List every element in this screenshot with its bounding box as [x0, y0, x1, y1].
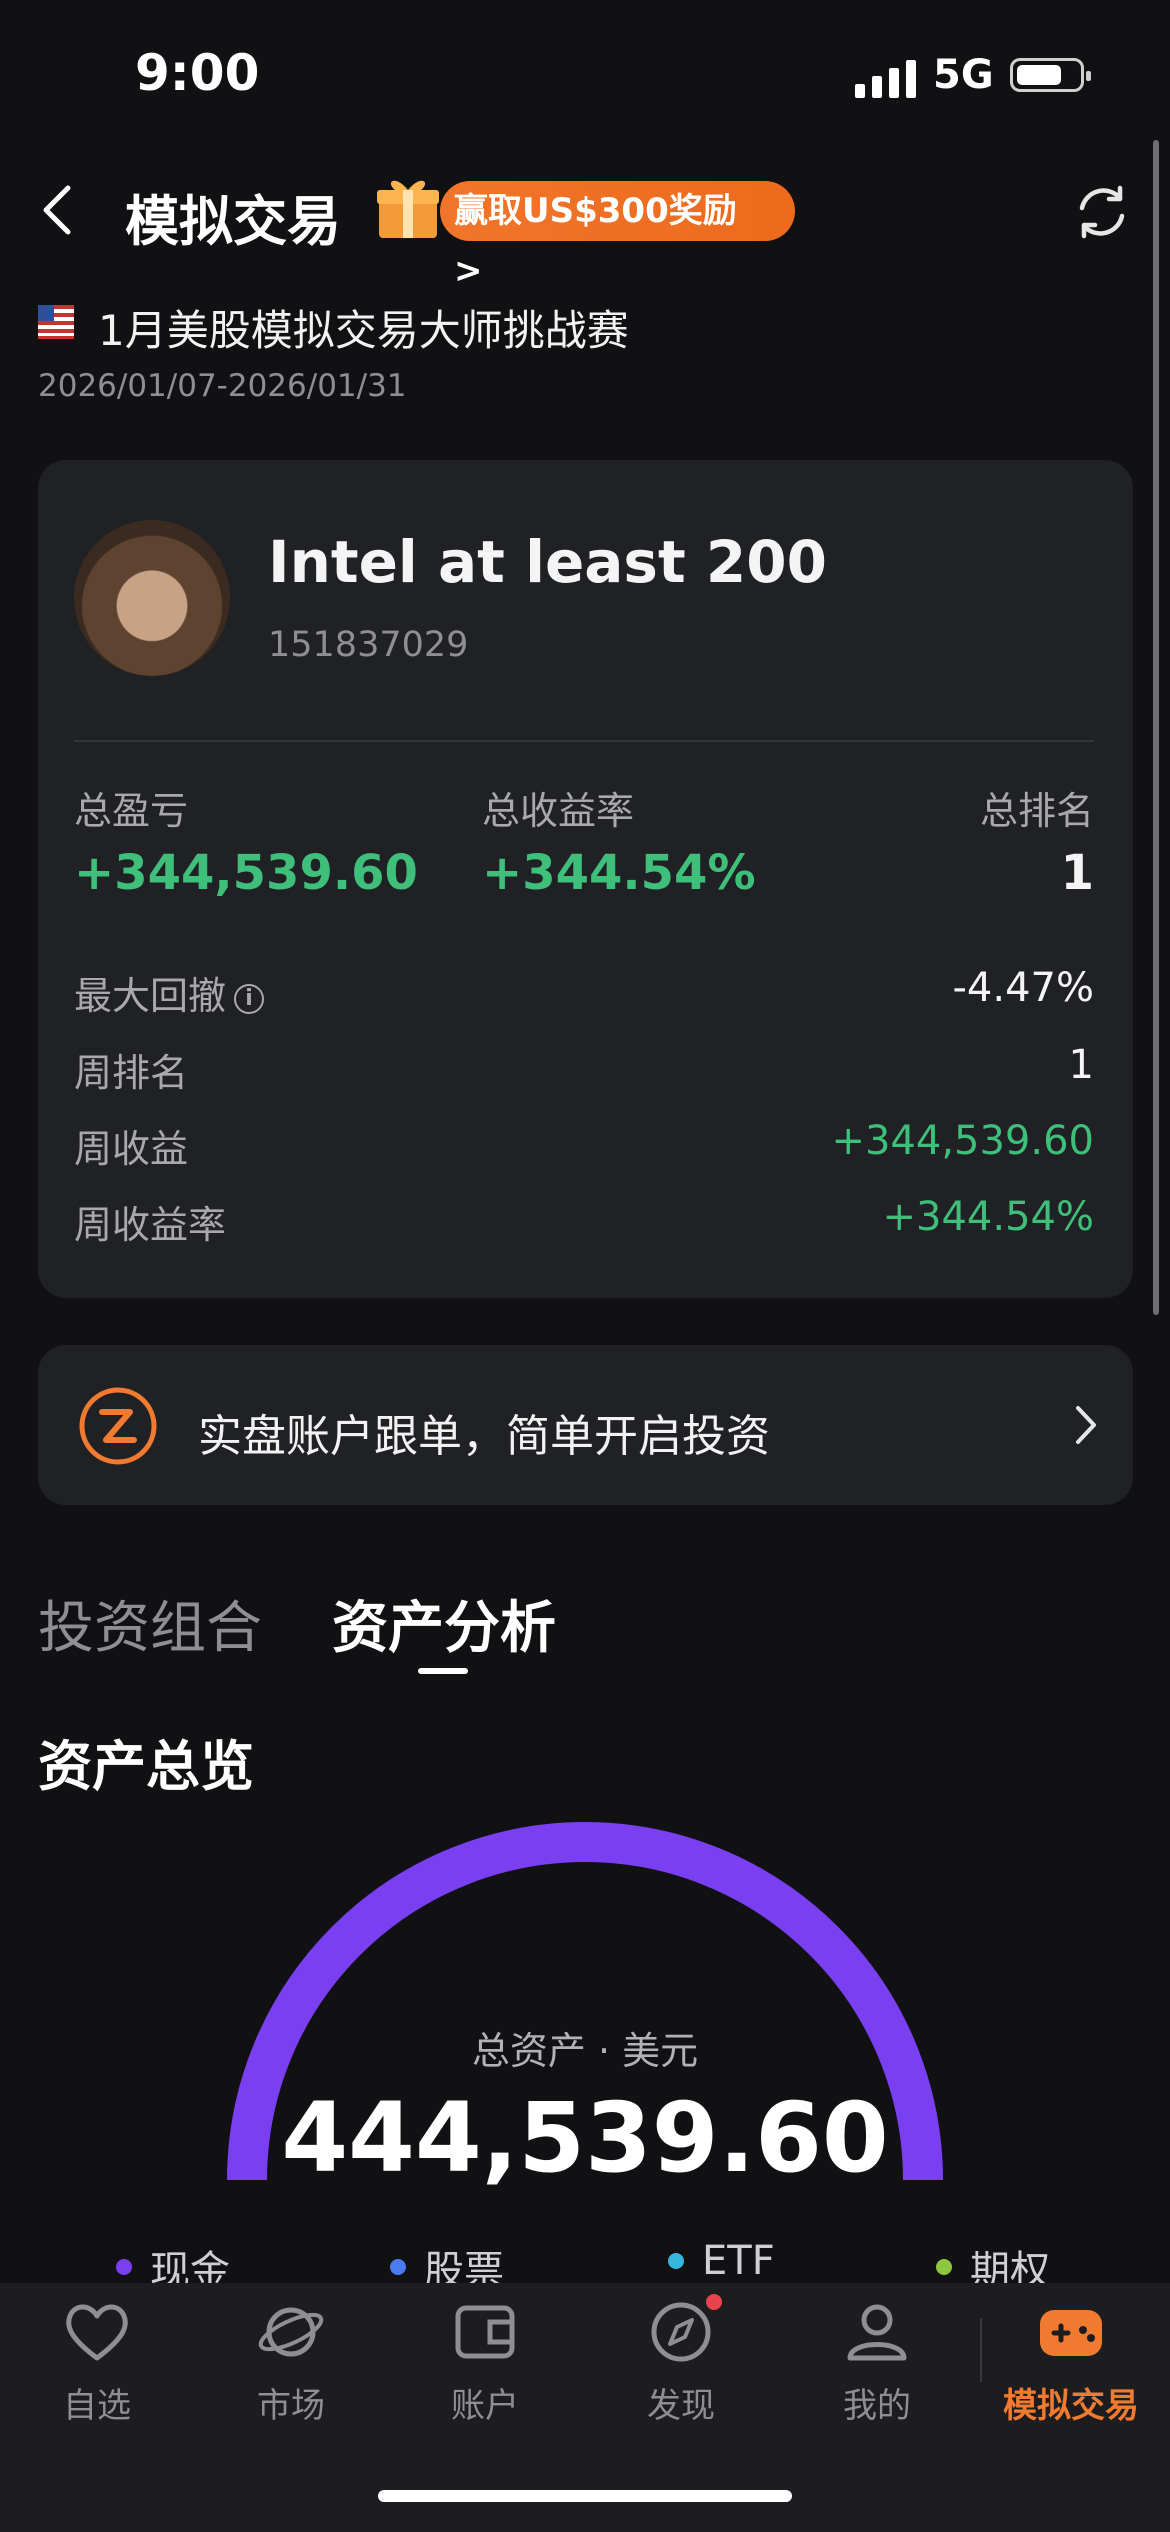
nav-watchlist[interactable]: 自选 — [22, 2300, 172, 2427]
nav-separator — [980, 2318, 982, 2382]
refresh-icon[interactable] — [1070, 180, 1134, 244]
nav-me[interactable]: 我的 — [802, 2300, 952, 2427]
weekly-rank-value: 1 — [1068, 1042, 1094, 1088]
heart-icon — [66, 2304, 128, 2361]
person-icon — [847, 2304, 907, 2361]
total-rank-value: 1 — [1060, 845, 1094, 901]
weekly-rank-label: 周排名 — [74, 1051, 189, 1095]
home-indicator — [378, 2490, 792, 2502]
tab-indicator — [418, 1668, 468, 1674]
scrollbar[interactable] — [1153, 140, 1159, 1315]
contest-name[interactable]: 1月美股模拟交易大师挑战赛 — [98, 297, 629, 358]
avatar[interactable] — [74, 520, 230, 676]
compass-icon — [651, 2302, 711, 2362]
total-rank-label: 总排名 — [979, 789, 1094, 833]
total-return-value: +344.54% — [482, 845, 756, 901]
total-return-label: 总收益率 — [482, 789, 635, 833]
notification-dot — [706, 2294, 722, 2310]
battery-icon — [1010, 58, 1091, 92]
weekly-pnl-value: +344,539.60 — [831, 1118, 1094, 1164]
us-flag-icon — [38, 305, 74, 339]
back-button[interactable] — [30, 180, 90, 240]
total-pnl-value: +344,539.60 — [74, 845, 418, 901]
tab-portfolio[interactable]: 投资组合 — [38, 1583, 262, 1664]
total-pnl-label: 总盈亏 — [74, 789, 189, 833]
tab-asset-analysis[interactable]: 资产分析 — [332, 1583, 556, 1664]
status-time: 9:00 — [135, 44, 260, 102]
user-id: 151837029 — [268, 625, 469, 665]
divider — [74, 740, 1094, 742]
weekly-return-value: +344.54% — [882, 1194, 1094, 1240]
weekly-return-label: 周收益率 — [74, 1203, 227, 1247]
contest-dates: 2026/01/07-2026/01/31 — [38, 368, 407, 404]
gift-icon — [377, 180, 439, 238]
nav-discover[interactable]: 发现 — [606, 2300, 756, 2427]
copy-trade-logo-icon — [79, 1387, 157, 1465]
weekly-pnl-label: 周收益 — [74, 1127, 189, 1171]
wallet-icon — [455, 2305, 515, 2359]
chevron-right-icon — [1076, 1406, 1096, 1444]
copy-trade-text: 实盘账户跟单，简单开启投资 — [198, 1411, 770, 1462]
max-drawdown-label: 最大回撤 — [74, 974, 227, 1018]
max-drawdown-value: -4.47% — [952, 965, 1094, 1011]
nav-paper-trading[interactable]: 模拟交易 — [996, 2300, 1146, 2427]
page-title: 模拟交易 — [125, 190, 341, 253]
gamepad-icon — [1040, 2310, 1102, 2356]
network-label: 5G — [933, 52, 994, 98]
signal-icon — [855, 58, 916, 98]
nav-market[interactable]: 市场 — [216, 2300, 366, 2427]
legend-etf: ETF — [668, 2238, 775, 2284]
max-drawdown-row: 最大回撤 i — [74, 965, 265, 1020]
info-icon[interactable]: i — [234, 983, 265, 1014]
total-assets-label: 总资产 · 美元 — [471, 2029, 699, 2073]
nav-account[interactable]: 账户 — [410, 2300, 560, 2427]
username: Intel at least 200 — [268, 528, 827, 596]
total-assets-value: 444,539.60 — [281, 2082, 889, 2194]
planet-icon — [258, 2307, 324, 2357]
section-title: 资产总览 — [38, 1735, 254, 1798]
promo-button[interactable]: 赢取US$300奖励 > — [440, 181, 795, 291]
